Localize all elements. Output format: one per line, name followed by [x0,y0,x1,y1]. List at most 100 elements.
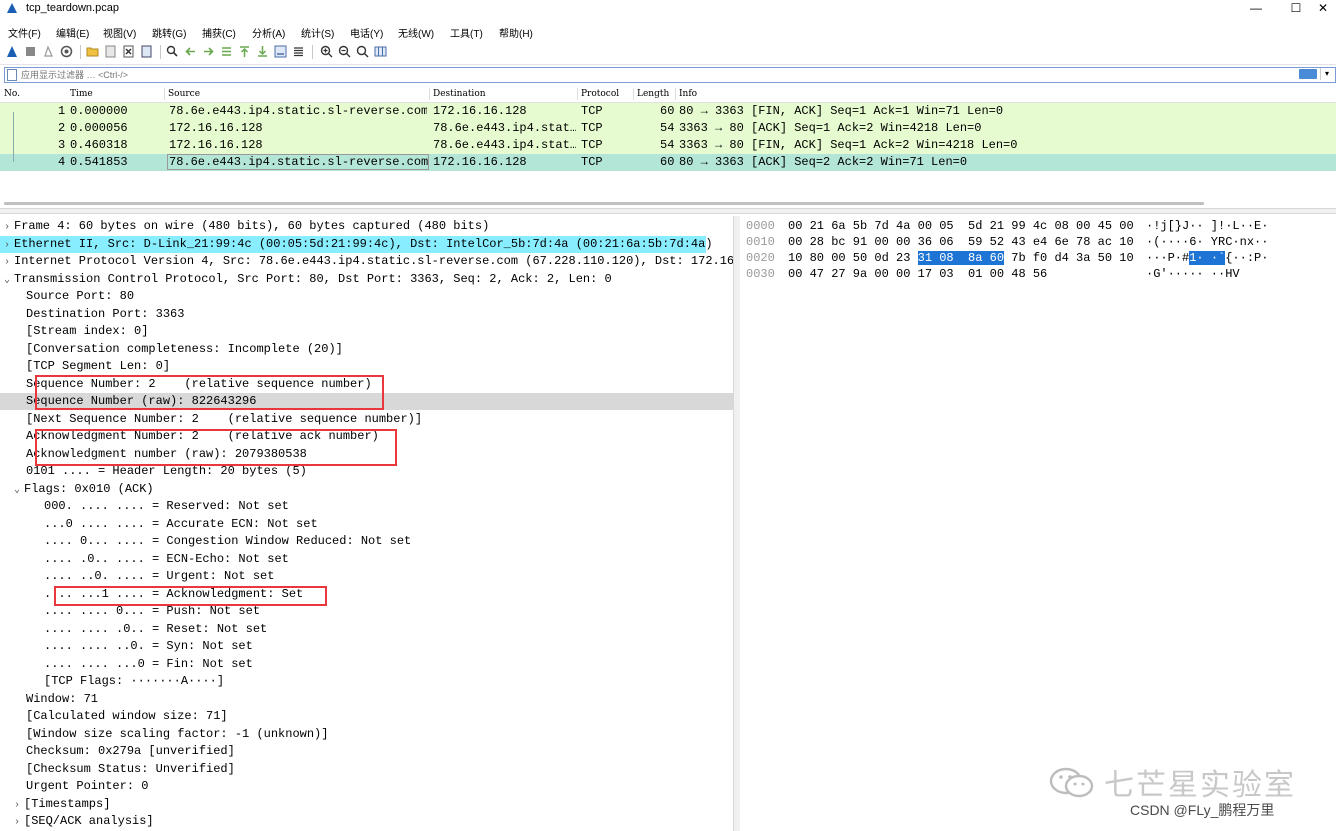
go-to-packet-icon[interactable] [220,45,233,58]
first-packet-icon[interactable] [238,45,251,58]
detail-tree-item[interactable]: › [SEQ/ACK analysis] [0,813,154,830]
detail-tree-item[interactable]: [Checksum Status: Unverified] [0,761,235,778]
packet-length: 54 [660,138,675,152]
go-back-icon[interactable] [184,45,197,58]
chevron-right-icon[interactable]: › [14,814,24,831]
column-header-source[interactable]: Source [168,89,200,99]
detail-tree-item[interactable]: Source Port: 80 [0,288,134,305]
menu-statistics[interactable]: 统计(S) [301,25,334,40]
chevron-right-icon[interactable]: › [4,219,14,236]
column-header-time[interactable]: Time [70,89,93,99]
hex-row[interactable]: 0030 00 47 27 9a 00 00 17 03 01 00 48 56 ·… [740,266,1336,282]
detail-tree-item[interactable]: › Ethernet II, Src: D-Link_21:99:4c (00:0… [0,235,713,254]
detail-tree-item[interactable]: › [Timestamps] [0,796,110,813]
menu-capture[interactable]: 捕获(C) [202,25,236,40]
column-header-info[interactable]: Info [679,89,697,99]
detail-tree-item[interactable]: ⌄ Transmission Control Protocol, Src Port… [0,271,612,288]
zoom-normal-icon[interactable] [356,45,369,58]
detail-tree-item[interactable]: ...0 .... .... = Accurate ECN: Not set [0,516,318,533]
chevron-right-icon[interactable]: › [4,237,14,254]
hex-row[interactable]: 0020 10 80 00 50 0d 23 31 08 8a 60 7b f0 … [740,250,1336,266]
hex-row[interactable]: 0000 00 21 6a 5b 7d 4a 00 05 5d 21 99 4c … [740,218,1336,234]
detail-tree-item[interactable]: [Next Sequence Number: 2 (relative seque… [0,411,422,428]
close-file-icon[interactable] [122,45,135,58]
detail-tree-item[interactable]: .... ...1 .... = Acknowledgment: Set [0,586,303,603]
detail-tree-item[interactable]: .... .... 0... = Push: Not set [0,603,260,620]
restart-capture-icon[interactable] [42,45,55,58]
close-button[interactable]: ✕ [1310,0,1336,18]
display-filter-input[interactable] [21,68,1261,81]
detail-text: .... ...1 .... = Acknowledgment: Set [44,586,304,601]
menu-view[interactable]: 视图(V) [103,25,136,40]
detail-tree-item[interactable]: .... ..0. .... = Urgent: Not set [0,568,274,585]
horizontal-scrollbar[interactable] [4,202,1204,205]
chevron-down-icon[interactable]: ▾ [1320,68,1333,80]
detail-tree-item[interactable]: [Window size scaling factor: -1 (unknown… [0,726,328,743]
detail-tree-item[interactable]: [TCP Flags: ·······A····] [0,673,224,690]
detail-tree-item[interactable]: [TCP Segment Len: 0] [0,358,170,375]
stop-capture-icon[interactable] [24,45,37,58]
detail-tree-item[interactable]: .... .... ...0 = Fin: Not set [0,656,253,673]
column-header-length[interactable]: Length [637,89,669,99]
find-packet-icon[interactable] [166,45,179,58]
save-file-icon[interactable] [104,45,117,58]
detail-tree-item[interactable]: 0101 .... = Header Length: 20 bytes (5) [0,463,307,480]
packet-row[interactable]: 1 0.000000 78.6e.e443.ip4.static.sl-reve… [0,103,1336,120]
column-header-protocol[interactable]: Protocol [581,89,619,99]
column-header-destination[interactable]: Destination [433,89,486,99]
apply-filter-button[interactable] [1299,69,1317,79]
detail-tree-item[interactable]: ⌄ Flags: 0x010 (ACK) [0,481,154,498]
detail-tree-item[interactable]: [Conversation completeness: Incomplete (… [0,341,343,358]
menu-tools[interactable]: 工具(T) [450,25,483,40]
chevron-right-icon[interactable]: › [4,254,14,271]
packet-row-selected[interactable]: 4 0.541853 78.6e.e443.ip4.static.sl-reve… [0,154,1336,171]
resize-columns-icon[interactable] [374,45,387,58]
detail-tree-item[interactable]: 000. .... .... = Reserved: Not set [0,498,289,515]
zoom-out-icon[interactable] [338,45,351,58]
packet-destination: 78.6e.e443.ip4.stat… [433,138,576,152]
auto-scroll-icon[interactable] [274,45,287,58]
bookmark-icon[interactable] [7,69,17,81]
detail-tree-item[interactable]: Sequence Number (raw): 822643296 [0,393,733,410]
detail-tree-item[interactable]: Acknowledgment Number: 2 (relative ack n… [0,428,379,445]
minimize-button[interactable]: — [1236,0,1276,18]
start-capture-icon[interactable] [6,45,19,58]
hex-ascii: ···P·#1· ·`{··:P· [1146,250,1268,266]
detail-tree-item[interactable]: .... .... .0.. = Reset: Not set [0,621,267,638]
detail-tree-item[interactable]: Acknowledgment number (raw): 2079380538 [0,446,307,463]
detail-tree-item[interactable]: .... 0... .... = Congestion Window Reduc… [0,533,411,550]
menu-go[interactable]: 跳转(G) [152,25,186,40]
menu-telephony[interactable]: 电话(Y) [350,25,383,40]
menu-file[interactable]: 文件(F) [8,25,41,40]
hex-row[interactable]: 0010 00 28 bc 91 00 00 36 06 59 52 43 e4 … [740,234,1336,250]
column-header-no[interactable]: No. [4,89,20,99]
packet-row[interactable]: 3 0.460318 172.16.16.128 78.6e.e443.ip4.… [0,137,1336,154]
go-forward-icon[interactable] [202,45,215,58]
packet-row[interactable]: 2 0.000056 172.16.16.128 78.6e.e443.ip4.… [0,120,1336,137]
menu-edit[interactable]: 编辑(E) [56,25,89,40]
capture-options-icon[interactable] [60,45,73,58]
detail-tree-item[interactable]: [Stream index: 0] [0,323,148,340]
zoom-in-icon[interactable] [320,45,333,58]
pane-splitter[interactable] [0,208,1336,214]
menu-analyze[interactable]: 分析(A) [252,25,285,40]
detail-tree-item[interactable]: [Calculated window size: 71] [0,708,228,725]
reload-file-icon[interactable] [140,45,153,58]
chevron-down-icon[interactable]: ⌄ [4,272,14,289]
detail-tree-item[interactable]: Urgent Pointer: 0 [0,778,148,795]
detail-tree-item[interactable]: .... .... ..0. = Syn: Not set [0,638,253,655]
last-packet-icon[interactable] [256,45,269,58]
detail-tree-item[interactable]: Window: 71 [0,691,98,708]
chevron-down-icon[interactable]: ⌄ [14,482,24,499]
open-file-icon[interactable] [86,45,99,58]
detail-tree-item[interactable]: Sequence Number: 2 (relative sequence nu… [0,376,372,393]
detail-tree-item[interactable]: Checksum: 0x279a [unverified] [0,743,235,760]
detail-tree-item[interactable]: Destination Port: 3363 [0,306,184,323]
menu-help[interactable]: 帮助(H) [499,25,533,40]
colorize-icon[interactable] [292,45,305,58]
detail-tree-item[interactable]: › Frame 4: 60 bytes on wire (480 bits), 6… [0,218,489,235]
detail-tree-item[interactable]: › Internet Protocol Version 4, Src: 78.6e… [0,253,733,270]
menu-wireless[interactable]: 无线(W) [398,25,434,40]
detail-tree-item[interactable]: .... .0.. .... = ECN-Echo: Not set [0,551,289,568]
chevron-right-icon[interactable]: › [14,797,24,814]
